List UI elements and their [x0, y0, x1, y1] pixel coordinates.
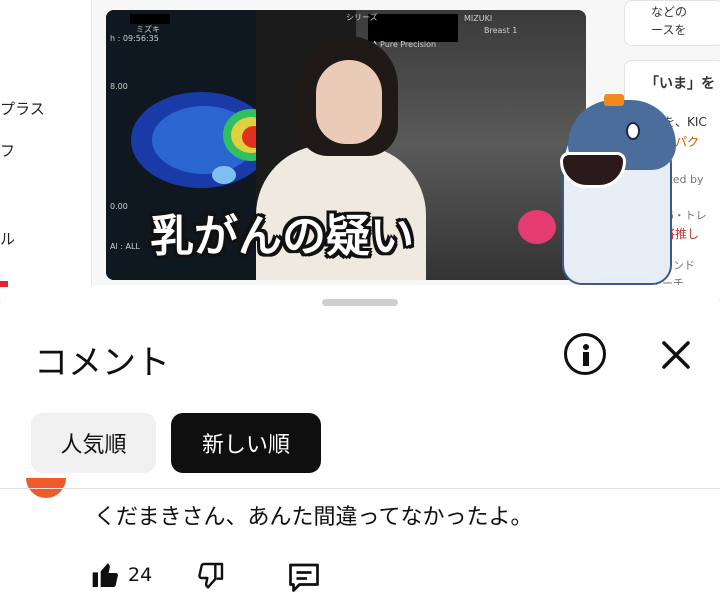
reply-button[interactable]: [286, 555, 326, 595]
thumb-down-icon: [198, 562, 224, 589]
scan-label-breast: Breast 1: [484, 26, 518, 35]
scan-label-0: 0.00: [110, 202, 128, 211]
like-button[interactable]: 24: [90, 555, 170, 595]
comments-sheet: コメント 人気順 新しい順 くだまきさん、あんた間違ってなかったよ。 24: [0, 285, 720, 601]
nav-item-3[interactable]: ル: [0, 228, 15, 249]
background-page: プラス フ ル ミズキ h : 09:56:35 8.00 0.00 Al : …: [0, 0, 720, 300]
presenter-face: [316, 60, 382, 144]
drag-handle[interactable]: [322, 299, 398, 306]
nav-red-marker: [0, 281, 8, 287]
nav-item-1[interactable]: プラス: [0, 98, 45, 119]
scan-label-precision: A Pure Precision: [372, 40, 437, 49]
right-card-top-line-2: ースを: [651, 23, 687, 37]
scan-label-mizuki: MIZUKI: [464, 14, 493, 23]
redaction-box-1: [130, 14, 170, 24]
thumb-up-icon: [92, 563, 118, 587]
divider: [0, 488, 720, 489]
dislike-button[interactable]: [194, 555, 228, 595]
like-count: 24: [128, 564, 153, 586]
octopus-mascot: [518, 210, 556, 244]
scan-label-series: シリーズ: [346, 13, 378, 22]
sheet-title: コメント: [34, 343, 170, 383]
scan-label-8: 8.00: [110, 82, 128, 91]
scan-label-time: h : 09:56:35: [110, 34, 159, 43]
video-caption: 乳がんの疑い: [150, 211, 414, 262]
right-card-promo-title: 「いま」を: [645, 76, 715, 92]
shark-eye: [626, 122, 640, 140]
right-card-top-line-1: などの: [651, 5, 688, 19]
left-navigation: プラス フ ル: [0, 0, 92, 300]
shark-mascot: [552, 94, 682, 285]
sort-chip-popular[interactable]: 人気順: [31, 413, 156, 473]
comment-text: くだまきさん、あんた間違ってなかったよ。: [94, 505, 533, 530]
reply-icon: [289, 563, 319, 592]
close-icon: [662, 341, 690, 369]
video-thumbnail[interactable]: ミズキ h : 09:56:35 8.00 0.00 Al : ALL MIZU…: [106, 10, 586, 280]
shark-hat: [604, 94, 624, 106]
nav-item-2[interactable]: フ: [0, 140, 15, 161]
info-button[interactable]: [564, 333, 606, 375]
scan-label-all: Al : ALL: [110, 242, 140, 251]
sort-chip-newest[interactable]: 新しい順: [171, 413, 321, 473]
redaction-box-2: [368, 14, 458, 42]
right-card-top[interactable]: などの ースを: [624, 0, 720, 46]
close-button[interactable]: [656, 335, 696, 375]
